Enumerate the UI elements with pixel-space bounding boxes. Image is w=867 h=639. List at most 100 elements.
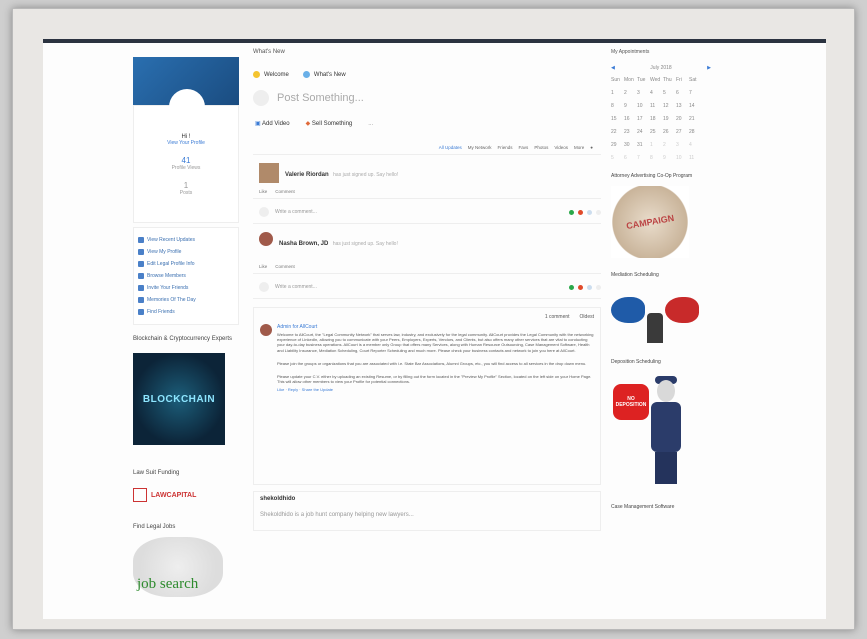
calendar-day[interactable]: 8 xyxy=(611,103,624,109)
calendar-day[interactable]: 7 xyxy=(637,155,650,161)
filter-videos[interactable]: Videos xyxy=(554,145,568,150)
member-name[interactable]: Nasha Brown, JD xyxy=(279,241,328,247)
member-avatar[interactable] xyxy=(259,232,273,247)
calendar-day[interactable]: 11 xyxy=(689,155,702,161)
emoji-icon[interactable] xyxy=(587,209,592,215)
calendar-day[interactable]: 13 xyxy=(676,103,689,109)
nav-recent-updates[interactable]: View Recent Updates xyxy=(138,234,234,246)
tab-welcome[interactable]: Welcome xyxy=(253,71,289,78)
filter-network[interactable]: My Network xyxy=(468,145,492,150)
comment-input[interactable]: Write a comment... xyxy=(275,284,563,290)
nav-browse-members[interactable]: Browse Members xyxy=(138,270,234,282)
calendar-day[interactable]: 4 xyxy=(689,142,702,148)
calendar-day[interactable]: 24 xyxy=(637,129,650,135)
calendar-day[interactable]: 4 xyxy=(650,90,663,96)
prev-month-icon[interactable]: ◀ xyxy=(611,65,615,71)
calendar-day[interactable]: 10 xyxy=(637,103,650,109)
admin-avatar[interactable] xyxy=(260,324,272,337)
calendar-weekday: Fri xyxy=(676,77,682,83)
mediation-ad[interactable] xyxy=(611,287,699,347)
calendar-day[interactable]: 3 xyxy=(637,90,650,96)
calendar-day[interactable]: 6 xyxy=(624,155,637,161)
nav-find-friends[interactable]: Find Friends xyxy=(138,306,234,318)
filter-friends[interactable]: Friends xyxy=(498,145,513,150)
calendar-day[interactable]: 14 xyxy=(689,103,702,109)
calendar-day[interactable]: 19 xyxy=(663,116,676,122)
calendar-day[interactable]: 31 xyxy=(637,142,650,148)
calendar-day[interactable]: 1 xyxy=(611,90,624,96)
camera-icon[interactable] xyxy=(569,209,574,215)
calendar-day[interactable]: 9 xyxy=(663,155,676,161)
calendar-day[interactable]: 17 xyxy=(637,116,650,122)
calendar-day[interactable]: 21 xyxy=(689,116,702,122)
post-input[interactable]: Post Something... xyxy=(277,92,364,104)
add-video-button[interactable]: ▣ Add Video xyxy=(255,120,290,127)
calendar-day[interactable]: 23 xyxy=(624,129,637,135)
calendar-day[interactable]: 12 xyxy=(663,103,676,109)
admin-meta[interactable]: Like · Reply · Share the Update xyxy=(277,387,594,392)
more-actions-button[interactable]: ... xyxy=(368,121,373,127)
member-avatar[interactable] xyxy=(259,163,279,184)
calendar-day[interactable]: 26 xyxy=(663,129,676,135)
calendar-day[interactable]: 28 xyxy=(689,129,702,135)
calendar-day[interactable]: 10 xyxy=(676,155,689,161)
calendar-day[interactable]: 5 xyxy=(663,90,676,96)
profile-link[interactable]: View Your Profile xyxy=(134,140,238,146)
nav-edit-profile[interactable]: Edit Legal Profile Info xyxy=(138,258,234,270)
calendar-day[interactable]: 18 xyxy=(650,116,663,122)
calendar-day[interactable]: 15 xyxy=(611,116,624,122)
member-name[interactable]: Valerie Riordan xyxy=(285,172,329,178)
calendar-day[interactable]: 22 xyxy=(611,129,624,135)
sort-dropdown[interactable]: Oldest xyxy=(580,314,594,320)
gif-icon[interactable] xyxy=(596,284,601,290)
nav-memories[interactable]: Memories Of The Day xyxy=(138,294,234,306)
settings-icon[interactable]: ● xyxy=(590,145,593,150)
admin-name[interactable]: Admin for AllCourt xyxy=(277,324,594,330)
blockchain-ad[interactable]: BLOCKCHAIN xyxy=(133,353,225,445)
calendar-day[interactable]: 3 xyxy=(676,142,689,148)
comment-button[interactable]: Comment xyxy=(275,264,295,269)
camera-icon[interactable] xyxy=(569,284,574,290)
post-composer[interactable]: Post Something... xyxy=(253,90,601,107)
tab-whatsnew[interactable]: What's New xyxy=(302,71,346,78)
comment-input[interactable]: Write a comment... xyxy=(275,209,563,215)
filter-photos[interactable]: Photos xyxy=(534,145,548,150)
calendar-day[interactable]: 30 xyxy=(624,142,637,148)
calendar-day[interactable]: 2 xyxy=(624,90,637,96)
calendar-day[interactable]: 20 xyxy=(676,116,689,122)
calendar-day[interactable]: 6 xyxy=(676,90,689,96)
video-icon[interactable] xyxy=(578,209,583,215)
sell-something-button[interactable]: ◆ Sell Something xyxy=(306,120,353,127)
calendar-day[interactable]: 11 xyxy=(650,103,663,109)
lawcapital-logo[interactable]: LAWCAPITAL xyxy=(133,485,213,505)
commenter-avatar xyxy=(259,282,269,293)
comment-count[interactable]: 1 comment xyxy=(545,314,570,320)
calendar-day[interactable]: 27 xyxy=(676,129,689,135)
like-button[interactable]: Like xyxy=(259,189,267,194)
calendar-day[interactable]: 5 xyxy=(611,155,624,161)
calendar-day[interactable]: 25 xyxy=(650,129,663,135)
calendar-day[interactable]: 7 xyxy=(689,90,702,96)
calendar-day[interactable]: 9 xyxy=(624,103,637,109)
calendar-day[interactable]: 16 xyxy=(624,116,637,122)
emoji-icon[interactable] xyxy=(587,284,592,290)
member-name[interactable]: shekoldhido xyxy=(260,496,594,502)
comment-button[interactable]: Comment xyxy=(275,189,295,194)
filter-favs[interactable]: Favs xyxy=(519,145,529,150)
jobsearch-ad[interactable]: job search xyxy=(133,537,223,597)
next-month-icon[interactable]: ▶ xyxy=(707,65,711,71)
filter-more[interactable]: More xyxy=(574,145,584,150)
calendar-day[interactable]: 1 xyxy=(650,142,663,148)
nav-view-profile[interactable]: View My Profile xyxy=(138,246,234,258)
deposition-ad[interactable]: NO DEPOSITION xyxy=(611,376,699,486)
filter-all[interactable]: All Updates xyxy=(439,145,462,150)
gif-icon[interactable] xyxy=(596,209,601,215)
video-icon[interactable] xyxy=(578,284,583,290)
calendar-day[interactable]: 29 xyxy=(611,142,624,148)
nav-invite-friends[interactable]: Invite Your Friends xyxy=(138,282,234,294)
profile-avatar[interactable] xyxy=(169,89,205,125)
calendar-day[interactable]: 2 xyxy=(663,142,676,148)
calendar-day[interactable]: 8 xyxy=(650,155,663,161)
campaign-ad[interactable]: CAMPAIGN xyxy=(611,186,689,258)
like-button[interactable]: Like xyxy=(259,264,267,269)
